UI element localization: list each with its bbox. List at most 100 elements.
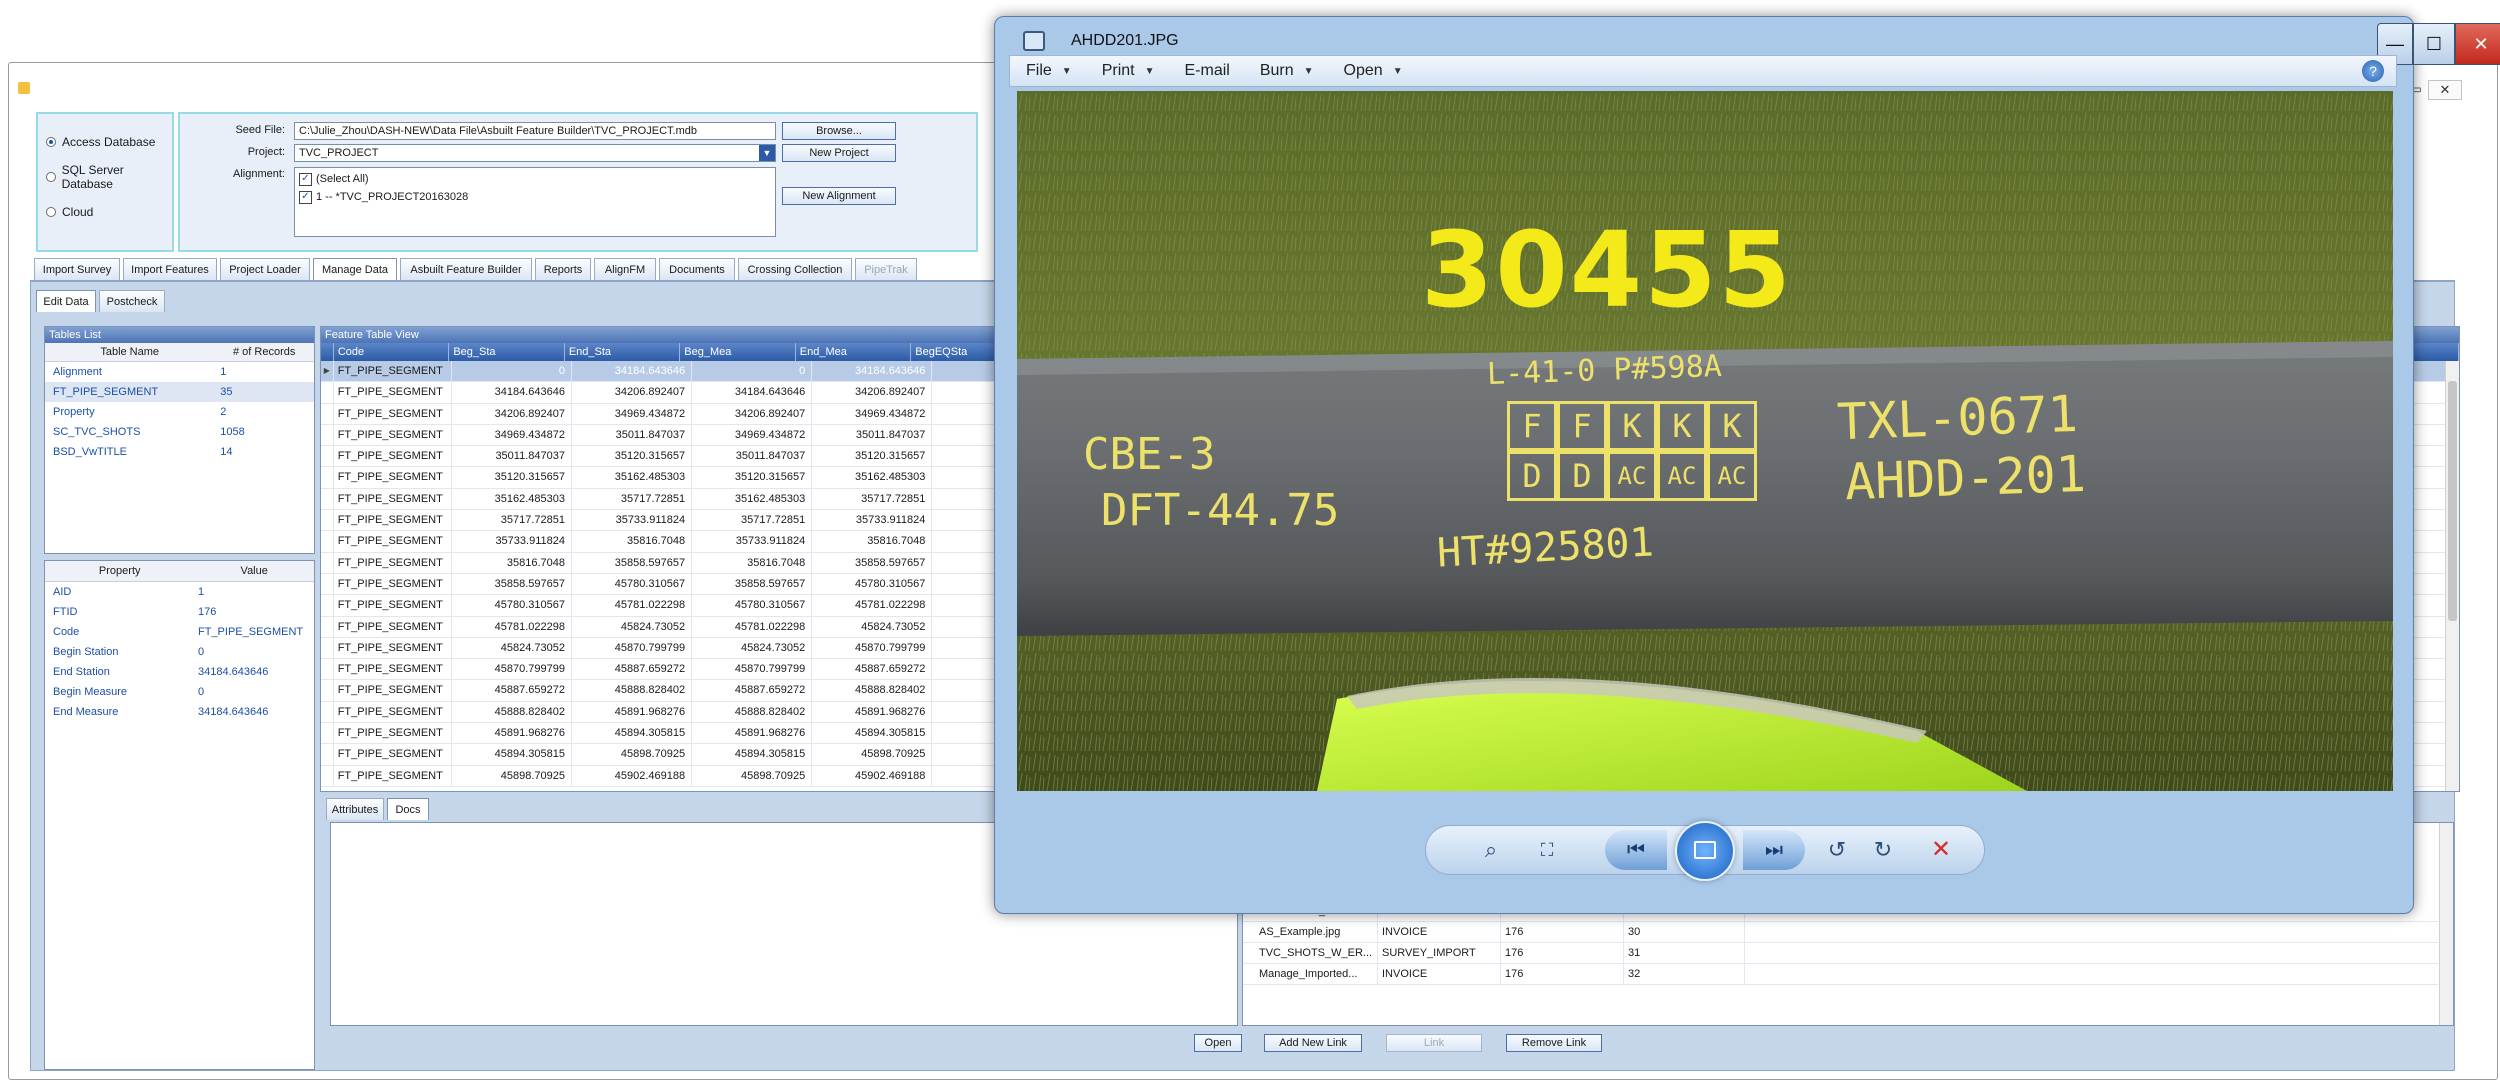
property-value[interactable]: 1 [198, 582, 314, 602]
cell-value[interactable]: 45898.70925 [812, 744, 933, 765]
add-new-link-button[interactable]: Add New Link [1264, 1034, 1362, 1052]
property-value[interactable]: FT_PIPE_SEGMENT [198, 622, 314, 642]
maximize-button[interactable]: ☐ [2413, 23, 2455, 65]
cell-value[interactable]: 35858.597657 [812, 552, 933, 573]
cell-value[interactable]: 45870.799799 [452, 659, 572, 680]
column-header[interactable]: Beg_Sta [449, 343, 565, 361]
cell-value[interactable]: 45888.828402 [572, 680, 693, 701]
cell-value[interactable]: 45887.659272 [812, 659, 933, 680]
cell-code[interactable]: FT_PIPE_SEGMENT [334, 595, 452, 616]
cell-value[interactable]: 45870.799799 [572, 637, 693, 659]
zoom-icon[interactable]: ⌕ [1469, 830, 1513, 870]
chevron-down-icon[interactable]: ▼ [759, 145, 775, 161]
new-project-button[interactable]: New Project [782, 144, 896, 162]
cell-value[interactable]: 35733.911824 [452, 531, 572, 552]
cell-value[interactable]: 35816.7048 [572, 531, 693, 552]
tab-manage-data[interactable]: Manage Data [313, 258, 397, 282]
cell-value[interactable]: 45887.659272 [692, 680, 813, 701]
seed-file-field[interactable]: C:\Julie_Zhou\DASH-NEW\Data File\Asbuilt… [294, 122, 776, 140]
cell-value[interactable]: 35816.7048 [812, 531, 933, 552]
cell-value[interactable]: 45780.310567 [572, 573, 693, 595]
radio-icon[interactable] [46, 137, 56, 147]
cell-value[interactable]: 45887.659272 [452, 680, 572, 701]
property-row[interactable]: FTID 176 [45, 602, 314, 622]
tab-import-features[interactable]: Import Features [123, 258, 217, 280]
cell-value[interactable]: 45891.968276 [452, 723, 572, 744]
column-header[interactable]: End_Sta [565, 343, 681, 361]
cell-value[interactable]: 45781.022298 [572, 595, 693, 616]
cell-value[interactable]: 45824.73052 [692, 637, 813, 659]
cell-value[interactable]: 35816.7048 [692, 552, 813, 573]
property-row[interactable]: AID 1 [45, 582, 314, 602]
help-icon[interactable]: ? [2362, 60, 2384, 82]
vertical-scrollbar[interactable] [2445, 361, 2459, 791]
cell-value[interactable]: 45898.70925 [452, 765, 572, 786]
project-select[interactable]: TVC_PROJECT ▼ [294, 144, 776, 162]
cell-value[interactable]: 45894.305815 [452, 744, 572, 765]
cell-value[interactable]: 45781.022298 [452, 616, 572, 637]
cell-value[interactable]: 34206.892407 [452, 403, 572, 424]
cell-code[interactable]: FT_PIPE_SEGMENT [334, 659, 452, 680]
cell-code[interactable]: FT_PIPE_SEGMENT [334, 701, 452, 723]
cell-code[interactable]: FT_PIPE_SEGMENT [334, 361, 452, 382]
cell-value[interactable]: 35120.315657 [812, 446, 933, 467]
menu-email[interactable]: E-mail [1185, 62, 1230, 80]
cell-value[interactable]: 45887.659272 [572, 659, 693, 680]
property-value[interactable]: 34184.643646 [198, 662, 314, 682]
document-row[interactable]: TVC_SHOTS_W_ER... SURVEY_IMPORT 176 31 [1243, 943, 2438, 964]
alignment-item-select-all[interactable]: ✓ (Select All) [299, 170, 771, 188]
table-row[interactable]: FT_PIPE_SEGMENT 35 [45, 382, 314, 402]
property-value[interactable]: 0 [198, 682, 314, 702]
cell-value[interactable]: 35011.847037 [812, 424, 933, 446]
cell-value[interactable]: 34969.434872 [692, 424, 813, 446]
cell-value[interactable]: 35717.72851 [692, 510, 813, 531]
table-row[interactable]: BSD_VwTITLE 14 [45, 442, 314, 462]
new-alignment-button[interactable]: New Alignment [782, 187, 896, 205]
column-header[interactable]: # of Records [214, 343, 314, 361]
cell-value[interactable]: 45870.799799 [692, 659, 813, 680]
property-row[interactable]: Begin Measure 0 [45, 682, 314, 702]
cell-value[interactable]: 35011.847037 [692, 446, 813, 467]
cell-code[interactable]: FT_PIPE_SEGMENT [334, 488, 452, 510]
previous-icon[interactable]: ⏮ [1605, 830, 1667, 870]
cell-value[interactable]: 35011.847037 [452, 446, 572, 467]
cell-value[interactable]: 35162.485303 [812, 467, 933, 488]
property-row[interactable]: End Measure 34184.643646 [45, 702, 314, 722]
checkbox-icon[interactable]: ✓ [299, 190, 312, 204]
cell-value[interactable]: 35858.597657 [572, 552, 693, 573]
browse-button[interactable]: Browse... [782, 122, 896, 140]
docs-scrollbar[interactable] [2439, 823, 2453, 1025]
cell-value[interactable]: 45780.310567 [812, 573, 933, 595]
cell-value[interactable]: 34969.434872 [812, 403, 933, 424]
cell-value[interactable]: 45780.310567 [692, 595, 813, 616]
cell-value[interactable]: 34969.434872 [452, 424, 572, 446]
tab-reports[interactable]: Reports [535, 258, 591, 280]
cell-value[interactable]: 45894.305815 [812, 723, 933, 744]
checkbox-icon[interactable]: ✓ [299, 172, 312, 186]
tab-docs[interactable]: Docs [387, 798, 429, 820]
radio-icon[interactable] [46, 207, 56, 217]
radio-cloud[interactable]: Cloud [46, 204, 93, 220]
cell-value[interactable]: 35858.597657 [692, 573, 813, 595]
radio-icon[interactable] [46, 172, 56, 182]
cell-value[interactable]: 45781.022298 [692, 616, 813, 637]
menu-open[interactable]: Open ▼ [1344, 62, 1403, 80]
cell-value[interactable]: 45891.968276 [812, 701, 933, 723]
radio-sql[interactable]: SQL Server Database [46, 163, 172, 191]
column-header[interactable]: Property [45, 561, 194, 581]
close-icon[interactable]: ✕ [2428, 80, 2462, 100]
cell-value[interactable]: 35162.485303 [692, 488, 813, 510]
cell-value[interactable]: 34184.643646 [692, 382, 813, 403]
cell-value[interactable]: 34184.643646 [572, 361, 693, 382]
document-row[interactable]: Manage_Imported... INVOICE 176 32 [1243, 964, 2438, 985]
cell-code[interactable]: FT_PIPE_SEGMENT [334, 723, 452, 744]
cell-code[interactable]: FT_PIPE_SEGMENT [334, 403, 452, 424]
cell-value[interactable]: 35162.485303 [452, 488, 572, 510]
cell-value[interactable]: 34969.434872 [572, 403, 693, 424]
delete-icon[interactable]: ✕ [1919, 830, 1963, 870]
tab-import-survey[interactable]: Import Survey [34, 258, 120, 280]
menu-file[interactable]: File ▼ [1026, 62, 1072, 80]
tab-alignfm[interactable]: AlignFM [594, 258, 656, 280]
cell-code[interactable]: FT_PIPE_SEGMENT [334, 637, 452, 659]
property-row[interactable]: End Station 34184.643646 [45, 662, 314, 682]
